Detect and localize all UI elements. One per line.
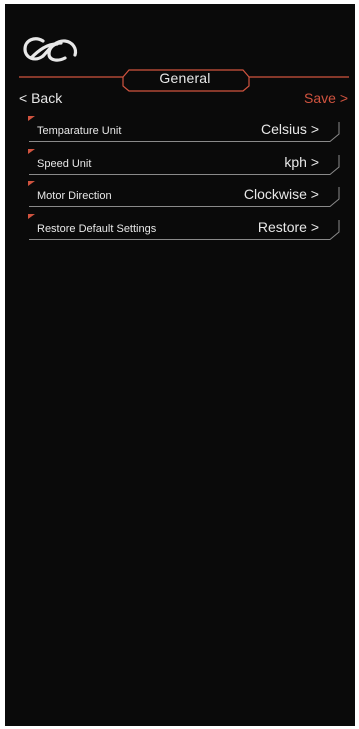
setting-label: Motor Direction: [37, 190, 112, 202]
setting-label: Temparature Unit: [37, 125, 122, 137]
setting-value: kph >: [284, 153, 319, 170]
setting-label: Restore Default Settings: [37, 222, 157, 235]
setting-row-temperature-unit[interactable]: Temparature Unit Celsius >: [5, 112, 355, 145]
setting-label: Speed Unit: [37, 157, 92, 170]
setting-value: Clockwise >: [243, 186, 319, 202]
setting-value: Restore >: [257, 218, 319, 235]
back-button[interactable]: < Back: [19, 90, 62, 106]
save-button[interactable]: Save >: [304, 90, 348, 106]
setting-row-speed-unit[interactable]: Speed Unit kph >: [5, 145, 355, 178]
settings-list: Temparature Unit Celsius > Speed Unit kp…: [5, 112, 355, 242]
row-marker-icon: [28, 116, 35, 121]
setting-row-motor-direction[interactable]: Motor Direction Clockwise >: [5, 177, 355, 210]
row-marker-icon: [28, 213, 35, 219]
brand-logo-icon: [23, 37, 78, 62]
row-marker-icon: [28, 181, 35, 186]
row-marker-icon: [28, 148, 35, 154]
setting-row-restore-defaults[interactable]: Restore Default Settings Restore >: [5, 210, 355, 243]
app-screen: General < Back Save > Temparature Unit C…: [5, 4, 355, 726]
setting-value: Celsius >: [261, 121, 319, 137]
page-title: General: [159, 70, 211, 86]
